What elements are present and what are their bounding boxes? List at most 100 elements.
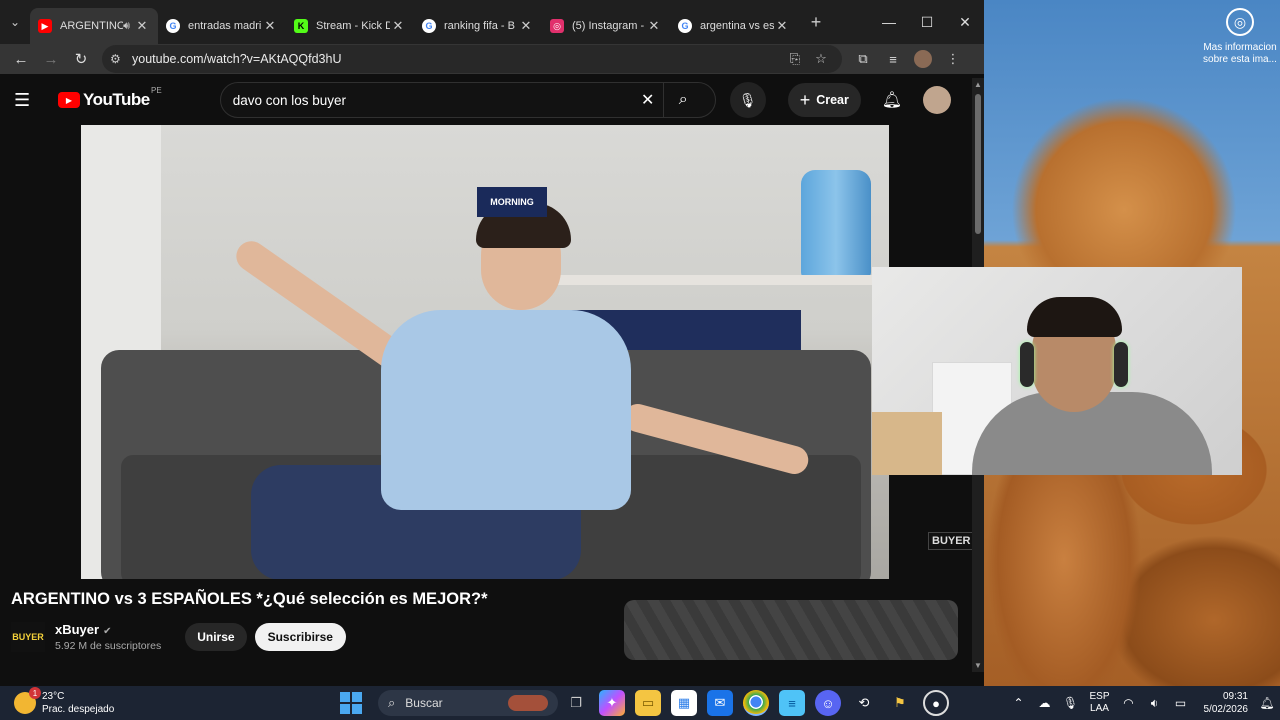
taskbar-search[interactable]: ⌕ Buscar bbox=[378, 690, 558, 716]
browser-window: ⌄ ▶ ARGENTINO 🔊︎ ✕ G entradas madri ✕ K … bbox=[0, 0, 984, 686]
close-tab-icon[interactable]: ✕ bbox=[518, 18, 534, 34]
subscribe-button[interactable]: Suscribirse bbox=[254, 623, 346, 651]
task-view-icon[interactable]: ❐ bbox=[563, 690, 589, 716]
obs-icon[interactable]: ● bbox=[923, 690, 949, 716]
file-explorer-icon[interactable]: ▭ bbox=[635, 690, 661, 716]
windows-taskbar: 1 23°C Prac. despejado ⌕ Buscar ❐ ✦ ▭ ▦ … bbox=[0, 686, 1280, 720]
google-icon: G bbox=[678, 19, 692, 33]
video-player[interactable]: MORNING bbox=[81, 125, 889, 579]
close-tab-icon[interactable]: ✕ bbox=[390, 18, 406, 34]
tab-instagram[interactable]: ◎ (5) Instagram - ✕ bbox=[542, 8, 670, 44]
youtube-header: ☰ ▶ YouTube PE davo con los buyer ✕ ⌕ 🎙︎… bbox=[0, 74, 984, 126]
tab-title: Stream - Kick D bbox=[316, 20, 390, 32]
media-controls-icon[interactable]: ≡ bbox=[878, 44, 908, 74]
language-code: ESP bbox=[1089, 691, 1110, 702]
scroll-down-icon[interactable]: ▼ bbox=[974, 661, 982, 670]
time: 09:31 bbox=[1222, 691, 1248, 702]
battery-icon[interactable]: ▭ bbox=[1168, 696, 1194, 710]
browser-toolbar: ← → ↻ ⚙ youtube.com/watch?v=AKtAQQfd3hU … bbox=[0, 44, 984, 74]
minimize-icon[interactable]: — bbox=[870, 0, 908, 44]
search-icon: ⌕ bbox=[388, 695, 396, 710]
start-button[interactable] bbox=[340, 692, 362, 714]
copilot-icon[interactable]: ✦ bbox=[599, 690, 625, 716]
notification-center-icon[interactable]: 🔔︎ bbox=[1254, 696, 1280, 710]
related-video-card[interactable] bbox=[624, 600, 958, 660]
weather-sun-icon: 1 bbox=[14, 687, 41, 714]
new-tab-button[interactable]: + bbox=[802, 12, 830, 33]
tab-title: (5) Instagram - bbox=[572, 20, 645, 32]
keyboard-layout: LAA bbox=[1090, 703, 1109, 714]
microphone-tray-icon[interactable]: 🎙︎ bbox=[1058, 696, 1084, 710]
corsair-icon[interactable]: ⚑ bbox=[887, 690, 913, 716]
microphone-icon[interactable]: 🎙︎ bbox=[729, 82, 766, 118]
google-icon: G bbox=[166, 19, 180, 33]
clear-search-icon[interactable]: ✕ bbox=[633, 90, 663, 110]
webcam-overlay bbox=[872, 267, 1242, 475]
account-avatar[interactable] bbox=[922, 86, 951, 114]
volume-icon[interactable]: 🔉︎ bbox=[1142, 696, 1168, 711]
video-title: ARGENTINO vs 3 ESPAÑOLES *¿Qué selección… bbox=[11, 590, 488, 608]
tab-entradas-madrid[interactable]: G entradas madri ✕ bbox=[158, 8, 286, 44]
bookmark-star-icon[interactable]: ☆ bbox=[808, 51, 834, 67]
tab-search-button[interactable]: ⌄ bbox=[0, 8, 30, 36]
profile-avatar[interactable] bbox=[914, 50, 932, 68]
address-bar[interactable]: ⚙ youtube.com/watch?v=AKtAQQfd3hU ⎘ ☆ bbox=[102, 45, 842, 73]
tab-ranking-fifa[interactable]: G ranking fifa - B ✕ bbox=[414, 8, 542, 44]
clock[interactable]: 09:31 5/02/2026 bbox=[1204, 690, 1249, 716]
channel-watermark[interactable]: BUYER bbox=[928, 532, 975, 550]
desktop-learn-more-icon[interactable]: ◎ Mas informacion sobre esta ima... bbox=[1200, 8, 1280, 66]
outlook-icon[interactable]: ✉ bbox=[707, 690, 733, 716]
capcut-icon[interactable]: ⟲ bbox=[851, 690, 877, 716]
youtube-logo[interactable]: ▶ YouTube PE bbox=[58, 86, 162, 110]
tab-argentino[interactable]: ▶ ARGENTINO 🔊︎ ✕ bbox=[30, 8, 158, 44]
back-icon[interactable]: ← bbox=[6, 44, 36, 74]
browser-menu-icon[interactable]: ⋮ bbox=[938, 44, 968, 74]
system-tray: ⌃ ☁ 🎙︎ ESP LAA ◠ 🔉︎ ▭ 09:31 5/02/2026 🔔︎ bbox=[1006, 686, 1280, 720]
chrome-icon[interactable] bbox=[743, 690, 769, 716]
tab-kick-stream[interactable]: K Stream - Kick D ✕ bbox=[286, 8, 414, 44]
reload-icon[interactable]: ↻ bbox=[66, 44, 96, 74]
onedrive-icon[interactable]: ☁ bbox=[1032, 696, 1058, 710]
search-input[interactable]: davo con los buyer ✕ ⌕ bbox=[219, 82, 716, 118]
tab-argentina-vs-esp[interactable]: G argentina vs esp ✕ bbox=[670, 8, 798, 44]
close-tab-icon[interactable]: ✕ bbox=[646, 18, 662, 34]
join-button[interactable]: Unirse bbox=[185, 623, 247, 651]
weather-widget[interactable]: 1 23°C Prac. despejado bbox=[14, 687, 114, 716]
close-tab-icon[interactable]: ✕ bbox=[774, 18, 790, 34]
channel-avatar[interactable]: BUYER bbox=[11, 622, 45, 652]
speaker-icon[interactable]: 🔊︎ bbox=[123, 20, 130, 33]
close-tab-icon[interactable]: ✕ bbox=[134, 18, 150, 34]
close-window-icon[interactable]: ✕ bbox=[946, 0, 984, 44]
maximize-icon[interactable]: ☐ bbox=[908, 0, 946, 44]
show-hidden-icons-icon[interactable]: ⌃ bbox=[1006, 696, 1032, 710]
install-app-icon[interactable]: ⎘ bbox=[782, 51, 808, 67]
forward-icon[interactable]: → bbox=[36, 44, 66, 74]
create-label: Crear bbox=[816, 93, 849, 107]
youtube-wordmark: YouTube bbox=[83, 90, 150, 109]
instagram-icon: ◎ bbox=[550, 19, 564, 33]
notifications-bell-icon[interactable]: 🔔︎ bbox=[875, 90, 909, 110]
language-indicator[interactable]: ESP LAA bbox=[1084, 691, 1116, 715]
taskbar-search-label: Buscar bbox=[405, 696, 443, 710]
notepad-icon[interactable]: ≡ bbox=[779, 690, 805, 716]
temperature: 23°C bbox=[42, 691, 65, 702]
channel-row: BUYER xBuyer ✔ 5.92 M de suscriptores Uni… bbox=[11, 622, 346, 652]
close-tab-icon[interactable]: ✕ bbox=[262, 18, 278, 34]
site-settings-icon[interactable]: ⚙ bbox=[110, 52, 132, 66]
microsoft-store-icon[interactable]: ▦ bbox=[671, 690, 697, 716]
date: 5/02/2026 bbox=[1203, 704, 1249, 715]
menu-icon[interactable]: ☰ bbox=[14, 90, 42, 111]
scroll-up-icon[interactable]: ▲ bbox=[974, 80, 982, 89]
plus-icon: + bbox=[799, 89, 811, 110]
search-icon[interactable]: ⌕ bbox=[662, 82, 703, 118]
channel-name[interactable]: xBuyer bbox=[55, 622, 99, 637]
extensions-icon[interactable]: ⧉ bbox=[848, 44, 878, 74]
discord-icon[interactable]: ☺ bbox=[815, 690, 841, 716]
headphones-icon bbox=[1020, 342, 1034, 387]
create-button[interactable]: + Crear bbox=[787, 83, 861, 117]
scrollbar-thumb[interactable] bbox=[975, 94, 981, 234]
video-frame-water-dispenser bbox=[801, 170, 871, 280]
url-text[interactable]: youtube.com/watch?v=AKtAQQfd3hU bbox=[132, 52, 782, 66]
search-query[interactable]: davo con los buyer bbox=[233, 93, 633, 108]
wifi-icon[interactable]: ◠ bbox=[1116, 696, 1142, 710]
